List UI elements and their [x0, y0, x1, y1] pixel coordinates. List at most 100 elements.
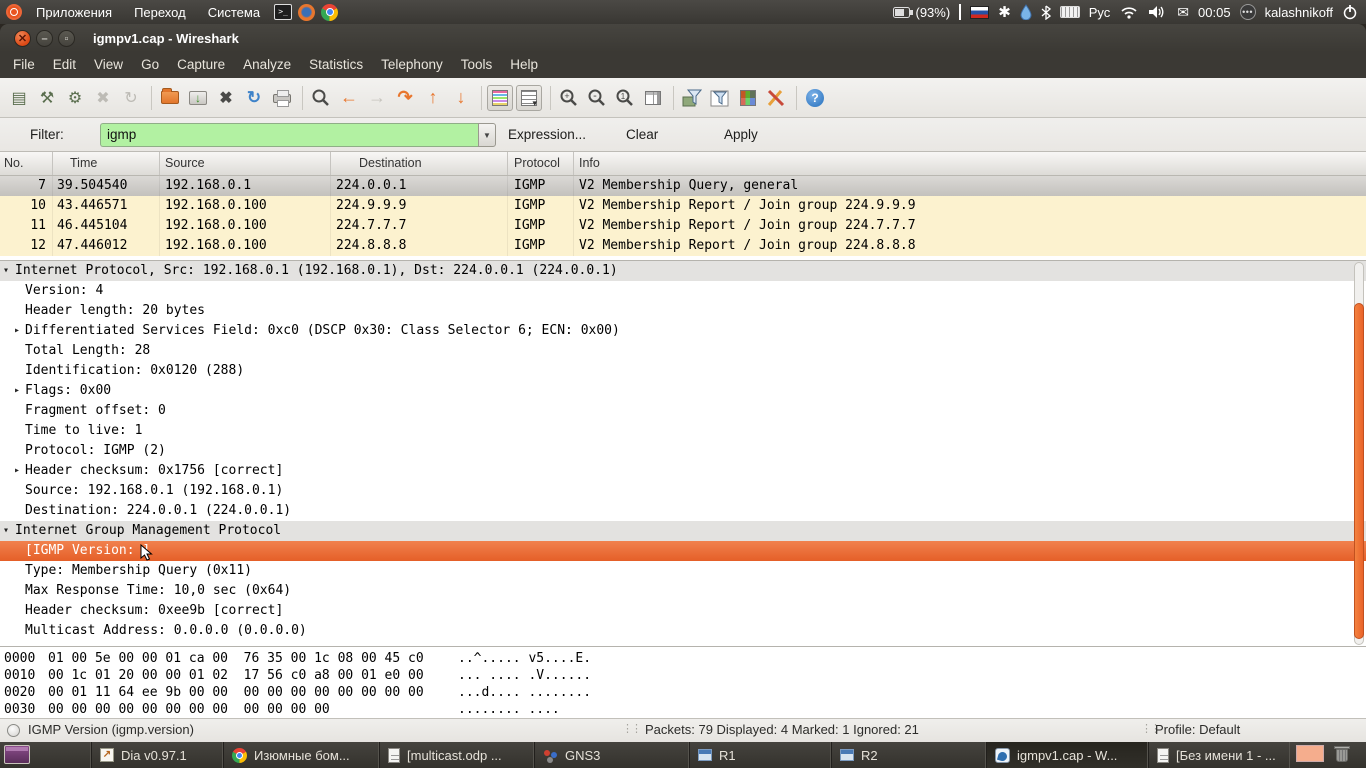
- capture-options-icon[interactable]: ⚒: [34, 85, 60, 111]
- detail-line[interactable]: ▸Flags: 0x00: [0, 381, 1366, 401]
- filter-input[interactable]: [100, 123, 478, 147]
- zoom-in-icon[interactable]: +: [556, 85, 582, 111]
- workspace-switcher[interactable]: [4, 745, 30, 764]
- col-header-protocol[interactable]: Protocol: [508, 152, 574, 175]
- preferences-icon[interactable]: [763, 85, 789, 111]
- menu-statistics[interactable]: Statistics: [300, 52, 372, 78]
- session-chat-icon[interactable]: •••: [1240, 4, 1256, 20]
- menu-edit[interactable]: Edit: [44, 52, 85, 78]
- filter-dropdown-button[interactable]: ▼: [478, 123, 496, 147]
- detail-line[interactable]: Fragment offset: 0: [0, 401, 1366, 421]
- chrome-launcher-icon[interactable]: [321, 4, 338, 21]
- colorize-toggle[interactable]: [487, 85, 513, 111]
- taskbar-item-chrome-tab[interactable]: Изюмные бом...: [222, 742, 378, 768]
- window-titlebar[interactable]: ✕ – ▫ igmpv1.cap - Wireshark: [0, 24, 1366, 52]
- apply-button[interactable]: Apply: [724, 127, 758, 142]
- save-file-icon[interactable]: ↓: [185, 85, 211, 111]
- menu-analyze[interactable]: Analyze: [234, 52, 300, 78]
- taskbar-item-r2[interactable]: R2: [830, 742, 985, 768]
- packet-row[interactable]: 7 39.504540 192.168.0.1 224.0.0.1 IGMP V…: [0, 176, 1366, 196]
- packet-row[interactable]: 12 47.446012 192.168.0.100 224.8.8.8 IGM…: [0, 236, 1366, 256]
- detail-line[interactable]: ▸Differentiated Services Field: 0xc0 (DS…: [0, 321, 1366, 341]
- detail-line[interactable]: Identification: 0x0120 (288): [0, 361, 1366, 381]
- col-header-no[interactable]: No.: [0, 152, 53, 175]
- wifi-icon[interactable]: [1119, 5, 1139, 19]
- detail-line[interactable]: Time to live: 1: [0, 421, 1366, 441]
- hex-line[interactable]: 000001 00 5e 00 00 01 ca 00 76 35 00 1c …: [0, 650, 1366, 667]
- window-close-button[interactable]: ✕: [14, 30, 31, 47]
- col-header-destination[interactable]: Destination: [331, 152, 508, 175]
- menu-file[interactable]: File: [4, 52, 44, 78]
- terminal-launcher-icon[interactable]: >_: [274, 4, 292, 20]
- open-file-icon[interactable]: [157, 85, 183, 111]
- taskbar-item-wireshark[interactable]: igmpv1.cap - W...: [985, 742, 1147, 768]
- detail-line[interactable]: Multicast Address: 0.0.0.0 (0.0.0.0): [0, 621, 1366, 641]
- keyboard-layout-label[interactable]: Рус: [1089, 5, 1111, 20]
- window-maximize-button[interactable]: ▫: [58, 30, 75, 47]
- go-to-top-icon[interactable]: ↑: [420, 85, 446, 111]
- hex-line[interactable]: 001000 1c 01 20 00 00 01 02 17 56 c0 a8 …: [0, 667, 1366, 684]
- detail-line[interactable]: ▾Internet Protocol, Src: 192.168.0.1 (19…: [0, 261, 1366, 281]
- expander-icon[interactable]: ▸: [14, 461, 26, 481]
- detail-line[interactable]: ▾Internet Group Management Protocol: [0, 521, 1366, 541]
- menu-help[interactable]: Help: [501, 52, 547, 78]
- detail-line[interactable]: Header checksum: 0xee9b [correct]: [0, 601, 1366, 621]
- hex-line[interactable]: 002000 01 11 64 ee 9b 00 00 00 00 00 00 …: [0, 684, 1366, 701]
- workspace-thumbnail[interactable]: [1296, 745, 1324, 762]
- window-minimize-button[interactable]: –: [36, 30, 53, 47]
- menu-system[interactable]: Система: [200, 5, 268, 20]
- expander-icon[interactable]: ▾: [3, 521, 15, 541]
- username[interactable]: kalashnikoff: [1265, 5, 1333, 20]
- taskbar-item-gns3[interactable]: GNS3: [533, 742, 688, 768]
- russian-flag-icon[interactable]: [970, 6, 989, 19]
- menu-capture[interactable]: Capture: [168, 52, 234, 78]
- bluetooth-icon[interactable]: [1041, 5, 1051, 20]
- col-header-info[interactable]: Info: [574, 152, 1366, 175]
- zoom-out-icon[interactable]: -: [584, 85, 610, 111]
- notifier-icon[interactable]: ✱: [998, 5, 1011, 20]
- detail-line[interactable]: Destination: 224.0.0.1 (224.0.0.1): [0, 501, 1366, 521]
- capture-start-icon[interactable]: ⚙: [62, 85, 88, 111]
- expert-info-icon[interactable]: [7, 724, 20, 737]
- coloring-rules-icon[interactable]: [735, 85, 761, 111]
- detail-line[interactable]: Version: 4: [0, 281, 1366, 301]
- taskbar-item-r1[interactable]: R1: [688, 742, 830, 768]
- go-to-bottom-icon[interactable]: ↓: [448, 85, 474, 111]
- expression-button[interactable]: Expression...: [508, 127, 586, 142]
- details-scrollbar-thumb[interactable]: [1354, 303, 1364, 639]
- mail-icon[interactable]: ✉: [1177, 5, 1189, 19]
- menu-telephony[interactable]: Telephony: [372, 52, 452, 78]
- detail-line-selected[interactable]: [IGMP Version: ]: [0, 541, 1366, 561]
- taskbar-item-untitled-doc[interactable]: [Без имени 1 - ...: [1147, 742, 1290, 768]
- detail-line[interactable]: Type: Membership Query (0x11): [0, 561, 1366, 581]
- col-header-source[interactable]: Source: [160, 152, 331, 175]
- packet-row[interactable]: 11 46.445104 192.168.0.100 224.7.7.7 IGM…: [0, 216, 1366, 236]
- resize-columns-icon[interactable]: [640, 85, 666, 111]
- zoom-100-icon[interactable]: 1: [612, 85, 638, 111]
- close-file-icon[interactable]: ✖: [213, 85, 239, 111]
- go-back-icon[interactable]: ←: [336, 85, 362, 111]
- keyboard-icon[interactable]: [1060, 6, 1080, 18]
- expander-icon[interactable]: ▸: [14, 321, 26, 341]
- auto-scroll-toggle[interactable]: [516, 85, 542, 111]
- print-icon[interactable]: [269, 85, 295, 111]
- water-drop-icon[interactable]: [1020, 4, 1032, 20]
- capture-stop-icon[interactable]: ✖: [90, 85, 116, 111]
- find-packet-icon[interactable]: [308, 85, 334, 111]
- menu-places[interactable]: Переход: [126, 5, 194, 20]
- profile-status[interactable]: Profile: Default: [1155, 722, 1240, 737]
- display-filter-icon[interactable]: [707, 85, 733, 111]
- reload-icon[interactable]: ↻: [241, 85, 267, 111]
- capture-filter-icon[interactable]: [679, 85, 705, 111]
- detail-line[interactable]: Total Length: 28: [0, 341, 1366, 361]
- taskbar-item-multicast-odp[interactable]: [multicast.odp ...: [378, 742, 533, 768]
- menu-applications[interactable]: Приложения: [28, 5, 120, 20]
- detail-line[interactable]: ▸Header checksum: 0x1756 [correct]: [0, 461, 1366, 481]
- packet-row[interactable]: 10 43.446571 192.168.0.100 224.9.9.9 IGM…: [0, 196, 1366, 216]
- go-to-packet-icon[interactable]: ↷: [392, 85, 418, 111]
- menu-view[interactable]: View: [85, 52, 132, 78]
- ubuntu-logo-icon[interactable]: [6, 4, 22, 20]
- menu-tools[interactable]: Tools: [452, 52, 502, 78]
- capture-restart-icon[interactable]: ↻: [118, 85, 144, 111]
- clear-button[interactable]: Clear: [626, 127, 658, 142]
